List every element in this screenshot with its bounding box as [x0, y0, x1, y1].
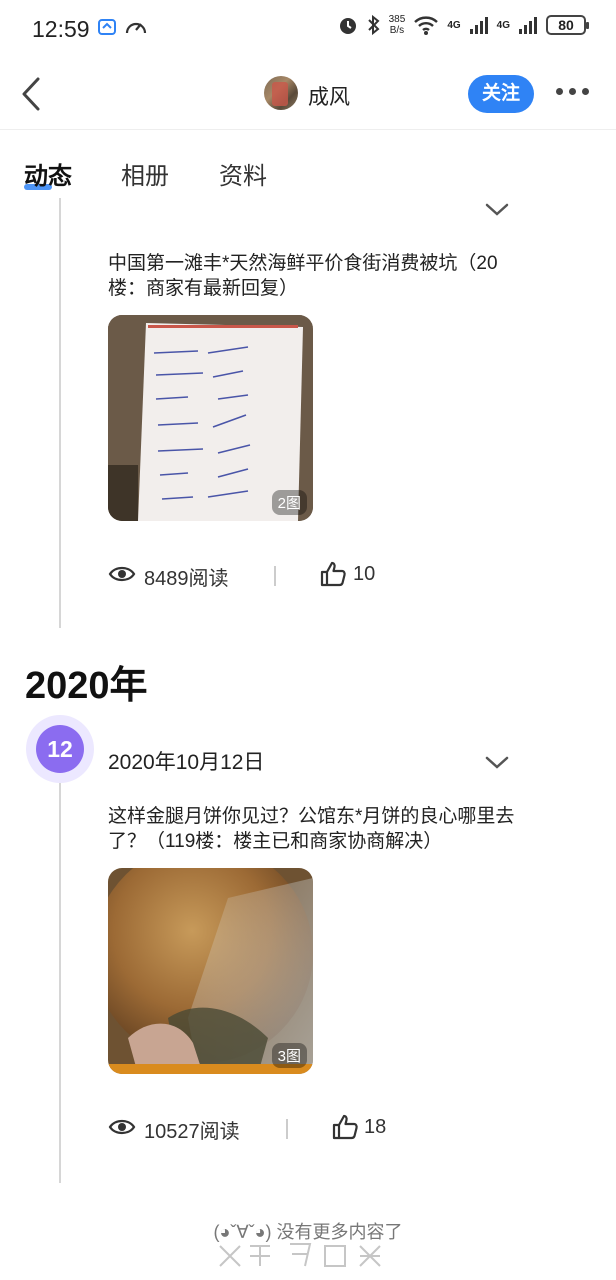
network-type-1: 4G: [447, 19, 461, 31]
status-bar: 12:59 385 B/s 4G 4G 80: [0, 0, 616, 58]
chevron-down-icon[interactable]: [484, 202, 510, 218]
timeline-line: [59, 198, 61, 628]
bluetooth-icon: [367, 14, 380, 36]
back-icon: [22, 77, 40, 111]
post-image[interactable]: 3图: [108, 868, 313, 1074]
post-title[interactable]: 这样金腿月饼你见过？公馆东*月饼的良心哪里去了？（119楼：楼主已和商家协商解决…: [108, 804, 528, 854]
post-date: 2020年10月12日: [108, 751, 265, 774]
alarm-icon: [339, 18, 356, 34]
profile-header: 成风 关注: [0, 60, 616, 130]
more-button[interactable]: [556, 88, 589, 95]
back-button[interactable]: [18, 74, 48, 114]
thumbs-up-icon[interactable]: [331, 1113, 359, 1141]
wifi-icon: [414, 16, 439, 35]
thumbs-up-icon[interactable]: [319, 560, 347, 588]
timeline-line: [59, 783, 61, 1183]
tab-activity[interactable]: 动态: [24, 156, 72, 191]
divider: [274, 566, 276, 586]
year-heading: 2020年: [25, 665, 148, 707]
avatar[interactable]: [264, 76, 298, 110]
chevron-down-icon[interactable]: [484, 755, 510, 771]
network-speed: 385 B/s: [388, 14, 406, 36]
watermark-logo: [219, 1243, 381, 1267]
post-stats: 10527阅读 18: [108, 1113, 508, 1143]
signal-icon: [519, 17, 537, 34]
tab-profile-info[interactable]: 资料: [219, 156, 267, 191]
profile-tabs: 动态 相册 资料: [0, 148, 616, 198]
status-right-icons: 385 B/s 4G 4G 80: [337, 14, 589, 36]
more-icon: [556, 88, 563, 95]
status-left-icons: [96, 16, 148, 38]
read-count: 8489阅读: [144, 568, 229, 590]
day-number: 12: [36, 725, 84, 773]
like-count: 18: [364, 1116, 387, 1138]
follow-button[interactable]: 关注: [468, 75, 534, 113]
day-badge: 12: [26, 715, 94, 783]
user-name[interactable]: 成风: [308, 81, 350, 111]
network-type-2: 4G: [496, 19, 510, 31]
divider: [286, 1119, 288, 1139]
app-notification-icon: [98, 19, 116, 35]
tab-album[interactable]: 相册: [121, 156, 169, 191]
image-count-badge: 2图: [271, 490, 307, 515]
speedometer-icon: [125, 22, 147, 34]
image-count-badge: 3图: [271, 1043, 307, 1068]
eye-icon: [108, 1119, 136, 1135]
eye-icon: [108, 566, 136, 582]
like-count: 10: [353, 563, 376, 585]
post-stats: 8489阅读 10: [108, 560, 508, 590]
read-count: 10527阅读: [144, 1121, 240, 1143]
post-image[interactable]: 2图: [108, 315, 313, 521]
signal-icon: [469, 17, 488, 34]
battery-indicator: 80: [546, 15, 589, 35]
post-title[interactable]: 中国第一滩丰*天然海鲜平价食街消费被坑（20楼：商家有最新回复）: [108, 251, 528, 301]
clock: 12:59: [32, 16, 90, 42]
